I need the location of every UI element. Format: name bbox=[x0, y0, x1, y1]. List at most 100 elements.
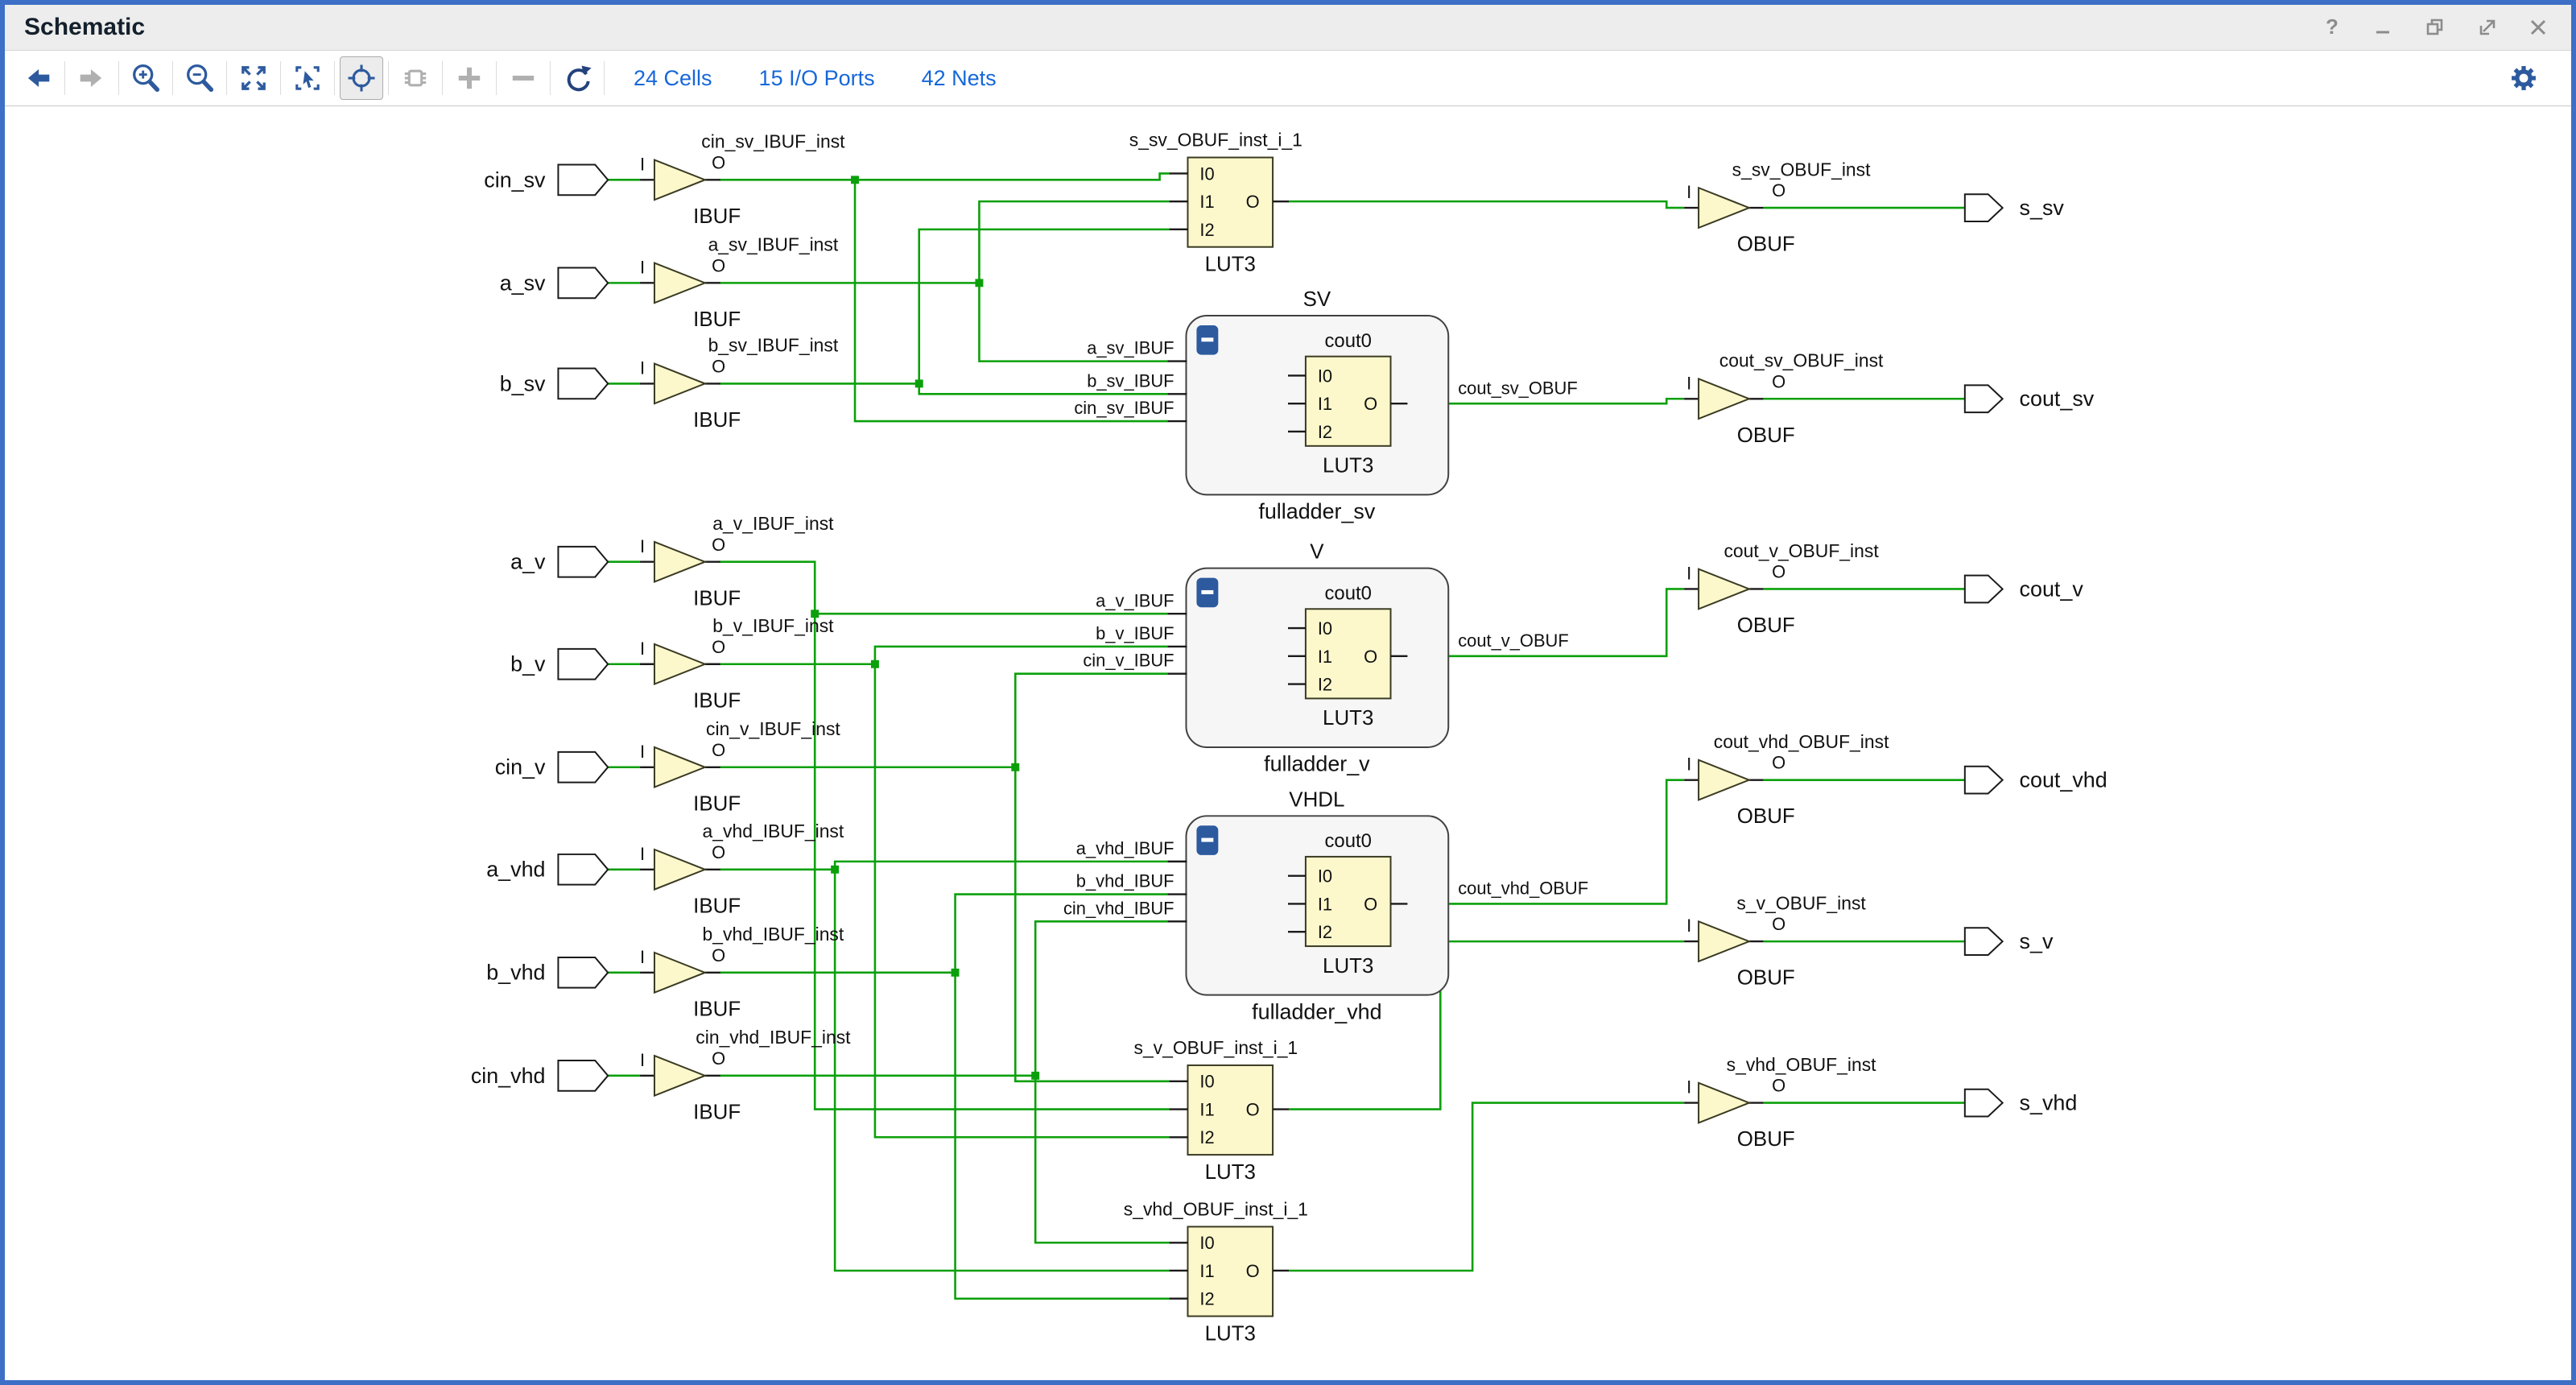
port-pentagon[interactable] bbox=[558, 547, 608, 577]
buffer-triangle[interactable] bbox=[654, 747, 705, 788]
label: I1 bbox=[1318, 647, 1332, 667]
input-port-b_vhd[interactable]: b_vhd bbox=[486, 957, 640, 988]
schematic-canvas-svg[interactable]: cin_svcin_sv_IBUF_instIOIBUFa_sva_sv_IBU… bbox=[10, 110, 2566, 1375]
help-icon[interactable]: ? bbox=[2318, 14, 2346, 41]
settings-button[interactable] bbox=[2502, 56, 2545, 100]
port-pentagon[interactable] bbox=[1965, 928, 2003, 955]
port-pentagon[interactable] bbox=[1965, 767, 2003, 794]
label: O bbox=[712, 535, 725, 555]
label: I2 bbox=[1199, 1127, 1214, 1147]
label: O bbox=[1772, 180, 1785, 201]
input-port-cin_sv[interactable]: cin_sv bbox=[484, 164, 640, 195]
input-port-a_v[interactable]: a_v bbox=[510, 547, 640, 577]
buffer-triangle[interactable] bbox=[1699, 921, 1749, 961]
label: O bbox=[712, 740, 725, 760]
expand-cell-button[interactable] bbox=[394, 56, 437, 100]
net-a_vhd_trunk[interactable] bbox=[720, 862, 1168, 870]
label: LUT3 bbox=[1205, 254, 1256, 276]
buffer-triangle[interactable] bbox=[1699, 760, 1749, 800]
input-port-a_vhd[interactable]: a_vhd bbox=[486, 854, 640, 885]
port-pentagon[interactable] bbox=[558, 957, 608, 988]
input-port-cin_v[interactable]: cin_v bbox=[495, 752, 640, 783]
back-button[interactable] bbox=[16, 56, 60, 100]
label: b_sv_IBUF_inst bbox=[708, 335, 839, 356]
buffer-triangle[interactable] bbox=[654, 263, 705, 304]
buffer-triangle[interactable] bbox=[654, 953, 705, 993]
buffer-triangle[interactable] bbox=[654, 644, 705, 684]
label: cin_vhd_IBUF_inst bbox=[696, 1027, 851, 1048]
buffer-triangle[interactable] bbox=[654, 364, 705, 404]
input-port-b_v[interactable]: b_v bbox=[510, 649, 640, 680]
output-port-s_v[interactable]: s_v bbox=[1764, 928, 2054, 955]
zoom-fit-button[interactable] bbox=[232, 56, 275, 100]
label: I bbox=[640, 154, 645, 174]
buffer-triangle[interactable] bbox=[654, 850, 705, 890]
minimize-icon[interactable] bbox=[2370, 14, 2397, 41]
net-b_vhd_to_lut[interactable] bbox=[956, 973, 1170, 1299]
label: IBUF bbox=[693, 409, 741, 432]
port-pentagon[interactable] bbox=[558, 164, 608, 195]
zoom-in-button[interactable] bbox=[124, 56, 167, 100]
port-pentagon[interactable] bbox=[1965, 576, 2003, 603]
port-pentagon[interactable] bbox=[558, 752, 608, 783]
label: b_vhd_IBUF bbox=[1076, 871, 1174, 891]
buffer-triangle[interactable] bbox=[654, 542, 705, 582]
hier-cell-fulladder_sv[interactable]: SVfulladder_sva_sv_IBUFb_sv_IBUFcin_sv_I… bbox=[1074, 288, 1577, 523]
output-port-cout_v[interactable]: cout_v bbox=[1764, 576, 2084, 603]
port-pentagon[interactable] bbox=[558, 1060, 608, 1091]
label: O bbox=[1772, 1076, 1785, 1096]
lut-s_vhd_OBUF_inst_i_1[interactable]: I0I1I2Os_vhd_OBUF_inst_i_1LUT3 bbox=[1124, 1199, 1308, 1346]
regenerate-button[interactable] bbox=[555, 56, 599, 100]
port-pentagon[interactable] bbox=[558, 369, 608, 399]
buffer-triangle[interactable] bbox=[654, 1056, 705, 1096]
lut-s_sv_OBUF_inst_i_1[interactable]: I0I1I2Os_sv_OBUF_inst_i_1LUT3 bbox=[1129, 130, 1302, 276]
port-pentagon[interactable] bbox=[1965, 1089, 2003, 1117]
port-pentagon[interactable] bbox=[558, 268, 608, 299]
port-pentagon[interactable] bbox=[1965, 194, 2003, 221]
net-cin_sv_to_i0[interactable] bbox=[855, 173, 1170, 180]
label: IBUF bbox=[693, 998, 741, 1020]
collapse-button[interactable] bbox=[502, 56, 545, 100]
lut-s_v_OBUF_inst_i_1[interactable]: I0I1I2Os_v_OBUF_inst_i_1LUT3 bbox=[1133, 1037, 1298, 1184]
output-port-s_sv[interactable]: s_sv bbox=[1764, 194, 2065, 221]
label: cout_sv bbox=[2020, 387, 2095, 411]
output-port-s_vhd[interactable]: s_vhd bbox=[1764, 1089, 2078, 1117]
buffer-triangle[interactable] bbox=[1699, 1083, 1749, 1123]
buffer-triangle[interactable] bbox=[1699, 569, 1749, 610]
buffer-triangle[interactable] bbox=[1699, 378, 1749, 419]
label: s_vhd_OBUF_inst_i_1 bbox=[1124, 1199, 1308, 1220]
label: I bbox=[1686, 755, 1691, 775]
io-ports-link[interactable]: 15 I/O Ports bbox=[759, 66, 875, 91]
input-port-b_sv[interactable]: b_sv bbox=[500, 369, 640, 399]
hier-cell-fulladder_v[interactable]: Vfulladder_va_v_IBUFb_v_IBUFcin_v_IBUFI0… bbox=[1083, 541, 1568, 776]
port-pentagon[interactable] bbox=[558, 649, 608, 680]
hier-cell-fulladder_vhd[interactable]: VHDLfulladder_vhda_vhd_IBUFb_vhd_IBUFcin… bbox=[1063, 788, 1588, 1023]
zoom-out-button[interactable] bbox=[178, 56, 221, 100]
input-port-cin_vhd[interactable]: cin_vhd bbox=[471, 1060, 640, 1091]
net-s_sv_out[interactable] bbox=[1289, 201, 1684, 208]
schematic-canvas[interactable]: cin_svcin_sv_IBUF_instIOIBUFa_sva_sv_IBU… bbox=[10, 110, 2566, 1375]
label: O bbox=[712, 842, 725, 862]
buffer-triangle[interactable] bbox=[654, 160, 705, 201]
output-port-cout_vhd[interactable]: cout_vhd bbox=[1764, 767, 2107, 794]
output-port-cout_sv[interactable]: cout_sv bbox=[1764, 385, 2095, 412]
expand-button[interactable] bbox=[448, 56, 491, 100]
label: s_v_OBUF_inst bbox=[1736, 892, 1866, 913]
net-cin_v_to_lut[interactable] bbox=[1015, 767, 1169, 1081]
port-pentagon[interactable] bbox=[558, 854, 608, 885]
input-port-a_sv[interactable]: a_sv bbox=[500, 268, 640, 299]
label: s_vhd bbox=[2020, 1091, 2078, 1115]
float-icon[interactable] bbox=[2473, 14, 2500, 41]
window-controls: ? bbox=[2318, 14, 2552, 41]
port-pentagon[interactable] bbox=[1965, 385, 2003, 412]
autofit-selection-button[interactable] bbox=[340, 56, 383, 100]
zoom-selection-button[interactable] bbox=[286, 56, 329, 100]
cells-link[interactable]: 24 Cells bbox=[634, 66, 712, 91]
forward-button[interactable] bbox=[70, 56, 114, 100]
restore-icon[interactable] bbox=[2421, 14, 2449, 41]
buffer-triangle[interactable] bbox=[1699, 188, 1749, 228]
net-s_vhd_out[interactable] bbox=[1289, 1103, 1684, 1271]
close-icon[interactable] bbox=[2524, 14, 2552, 41]
net-a_vhd_to_lut[interactable] bbox=[835, 870, 1169, 1271]
nets-link[interactable]: 42 Nets bbox=[922, 66, 997, 91]
